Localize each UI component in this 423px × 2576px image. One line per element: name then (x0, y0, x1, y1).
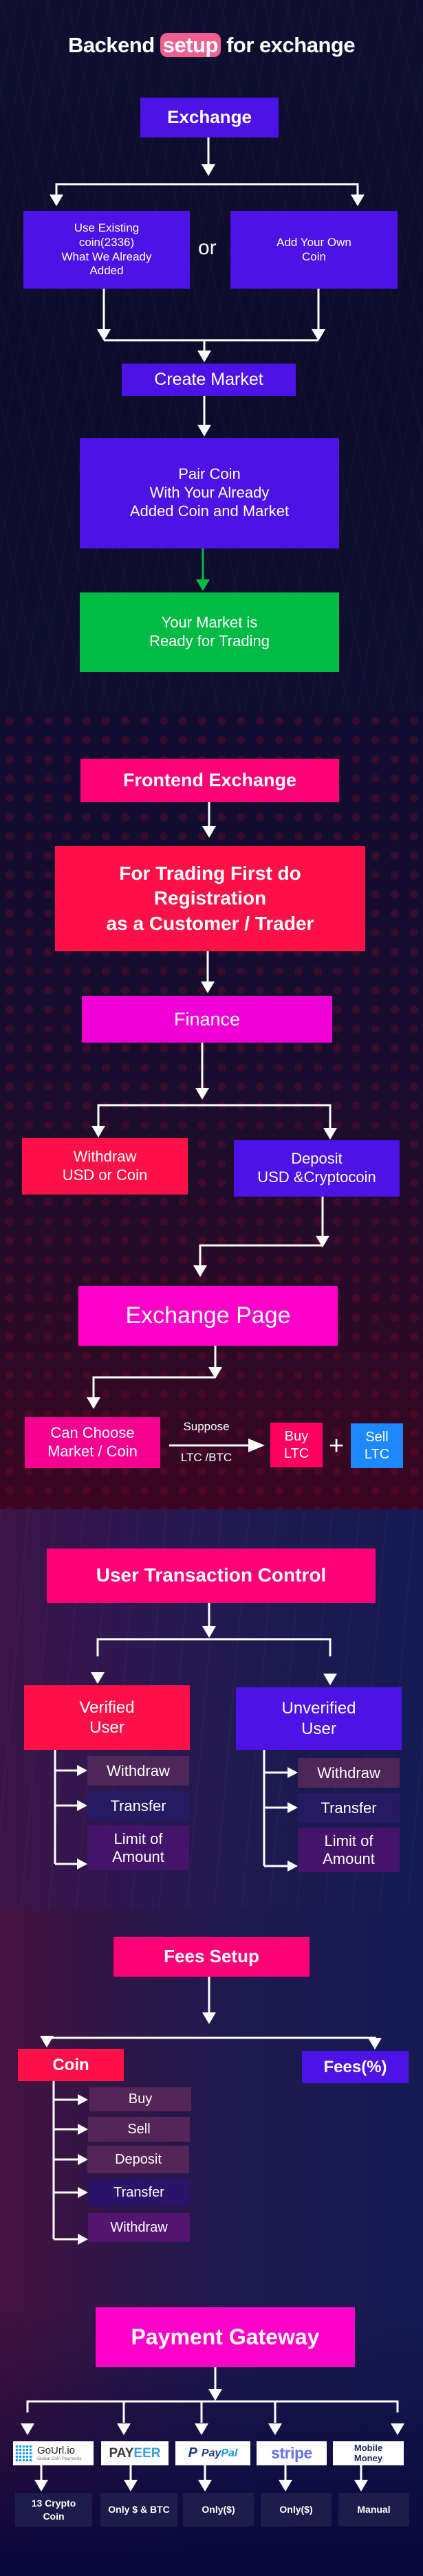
verified-user-box: Verified User (24, 1685, 190, 1750)
fee-item-buy: Buy (89, 2087, 191, 2111)
fee-item-transfer: Transfer (88, 2179, 190, 2206)
title-text-before: Backend (67, 33, 155, 57)
add-own-coin-box: Add Your Own Coin (230, 211, 398, 289)
gourl-label: 13 Crypto Coin (15, 2493, 92, 2527)
mobile-money-label: Manual (338, 2493, 409, 2527)
payeer-logo: PAY EER (101, 2441, 169, 2465)
payeer-label: Only $ & BTC (100, 2493, 177, 2527)
paypal-name-a: Pay (201, 2447, 221, 2459)
suppose-label: Suppose (183, 1420, 230, 1433)
verified-withdraw: Withdraw (87, 1756, 189, 1786)
unverified-withdraw: Withdraw (298, 1758, 400, 1788)
registration-box: For Trading First do Registration as a C… (55, 846, 365, 951)
payeer-name-b: EER (133, 2445, 161, 2461)
fee-item-deposit: Deposit (87, 2146, 189, 2173)
frontend-section (0, 711, 423, 1509)
pair-coin-box: Pair Coin With Your Already Added Coin a… (80, 438, 339, 548)
fees-percent-box: Fees(%) (302, 2051, 409, 2083)
plus-icon: + (329, 1432, 345, 1461)
page-title: Backend setup for exchange (0, 33, 423, 58)
fees-payment-section (0, 1909, 423, 2576)
title-highlight: setup (160, 33, 221, 57)
unverified-transfer: Transfer (298, 1793, 400, 1823)
user-transaction-control-box: User Transaction Control (47, 1548, 376, 1603)
coin-box: Coin (18, 2049, 124, 2081)
use-existing-coin-box: Use Existing coin(2336) What We Already … (23, 211, 190, 289)
verified-limit-of-amount: Limit of Amount (87, 1825, 189, 1870)
exchange-page-box: Exchange Page (78, 1286, 338, 1346)
paypal-logo: P Pay Pal (175, 2441, 250, 2465)
fee-item-withdraw: Withdraw (88, 2213, 190, 2242)
paypal-name-b: Pal (221, 2447, 238, 2459)
stripe-name: stripe (271, 2444, 312, 2462)
paypal-p-icon: P (188, 2445, 197, 2461)
buy-ltc-box: Buy LTC (270, 1423, 323, 1467)
paypal-label: Only($) (183, 2493, 254, 2527)
mobile-money-logo: Mobile Money (333, 2441, 404, 2465)
create-market-box: Create Market (122, 364, 296, 396)
gourl-logo: GoUrl.io Global Coin Payments (13, 2441, 94, 2465)
payeer-name-a: PAY (109, 2445, 134, 2461)
exchange-box: Exchange (140, 98, 279, 137)
market-ready-box: Your Market is Ready for Trading (80, 592, 339, 672)
gourl-tagline: Global Coin Payments (37, 2456, 82, 2461)
or-label: or (198, 236, 217, 259)
stripe-logo: stripe (257, 2441, 327, 2465)
frontend-exchange-box: Frontend Exchange (80, 759, 339, 802)
verified-transfer: Transfer (87, 1791, 189, 1821)
deposit-box: Deposit USD &Cryptocoin (234, 1140, 400, 1197)
gourl-dots-icon (15, 2444, 33, 2463)
fees-setup-box: Fees Setup (113, 1937, 310, 1977)
finance-box: Finance (82, 996, 332, 1043)
sell-ltc-box: Sell LTC (351, 1423, 403, 1468)
title-text-after: for exchange (226, 33, 356, 57)
unverified-user-box: Unverified User (236, 1687, 402, 1750)
choose-market-box: Can Choose Market / Coin (25, 1417, 160, 1468)
mobile-money-name: Mobile Money (354, 2443, 383, 2463)
pair-label: LTC /BTC (180, 1451, 232, 1464)
gourl-name: GoUrl.io (37, 2444, 76, 2456)
stripe-label: Only($) (261, 2493, 332, 2527)
withdraw-box: Withdraw USD or Coin (22, 1138, 188, 1195)
payment-gateway-box: Payment Gateway (96, 2307, 355, 2367)
fee-item-sell: Sell (88, 2117, 190, 2142)
unverified-limit-of-amount: Limit of Amount (298, 1828, 400, 1872)
